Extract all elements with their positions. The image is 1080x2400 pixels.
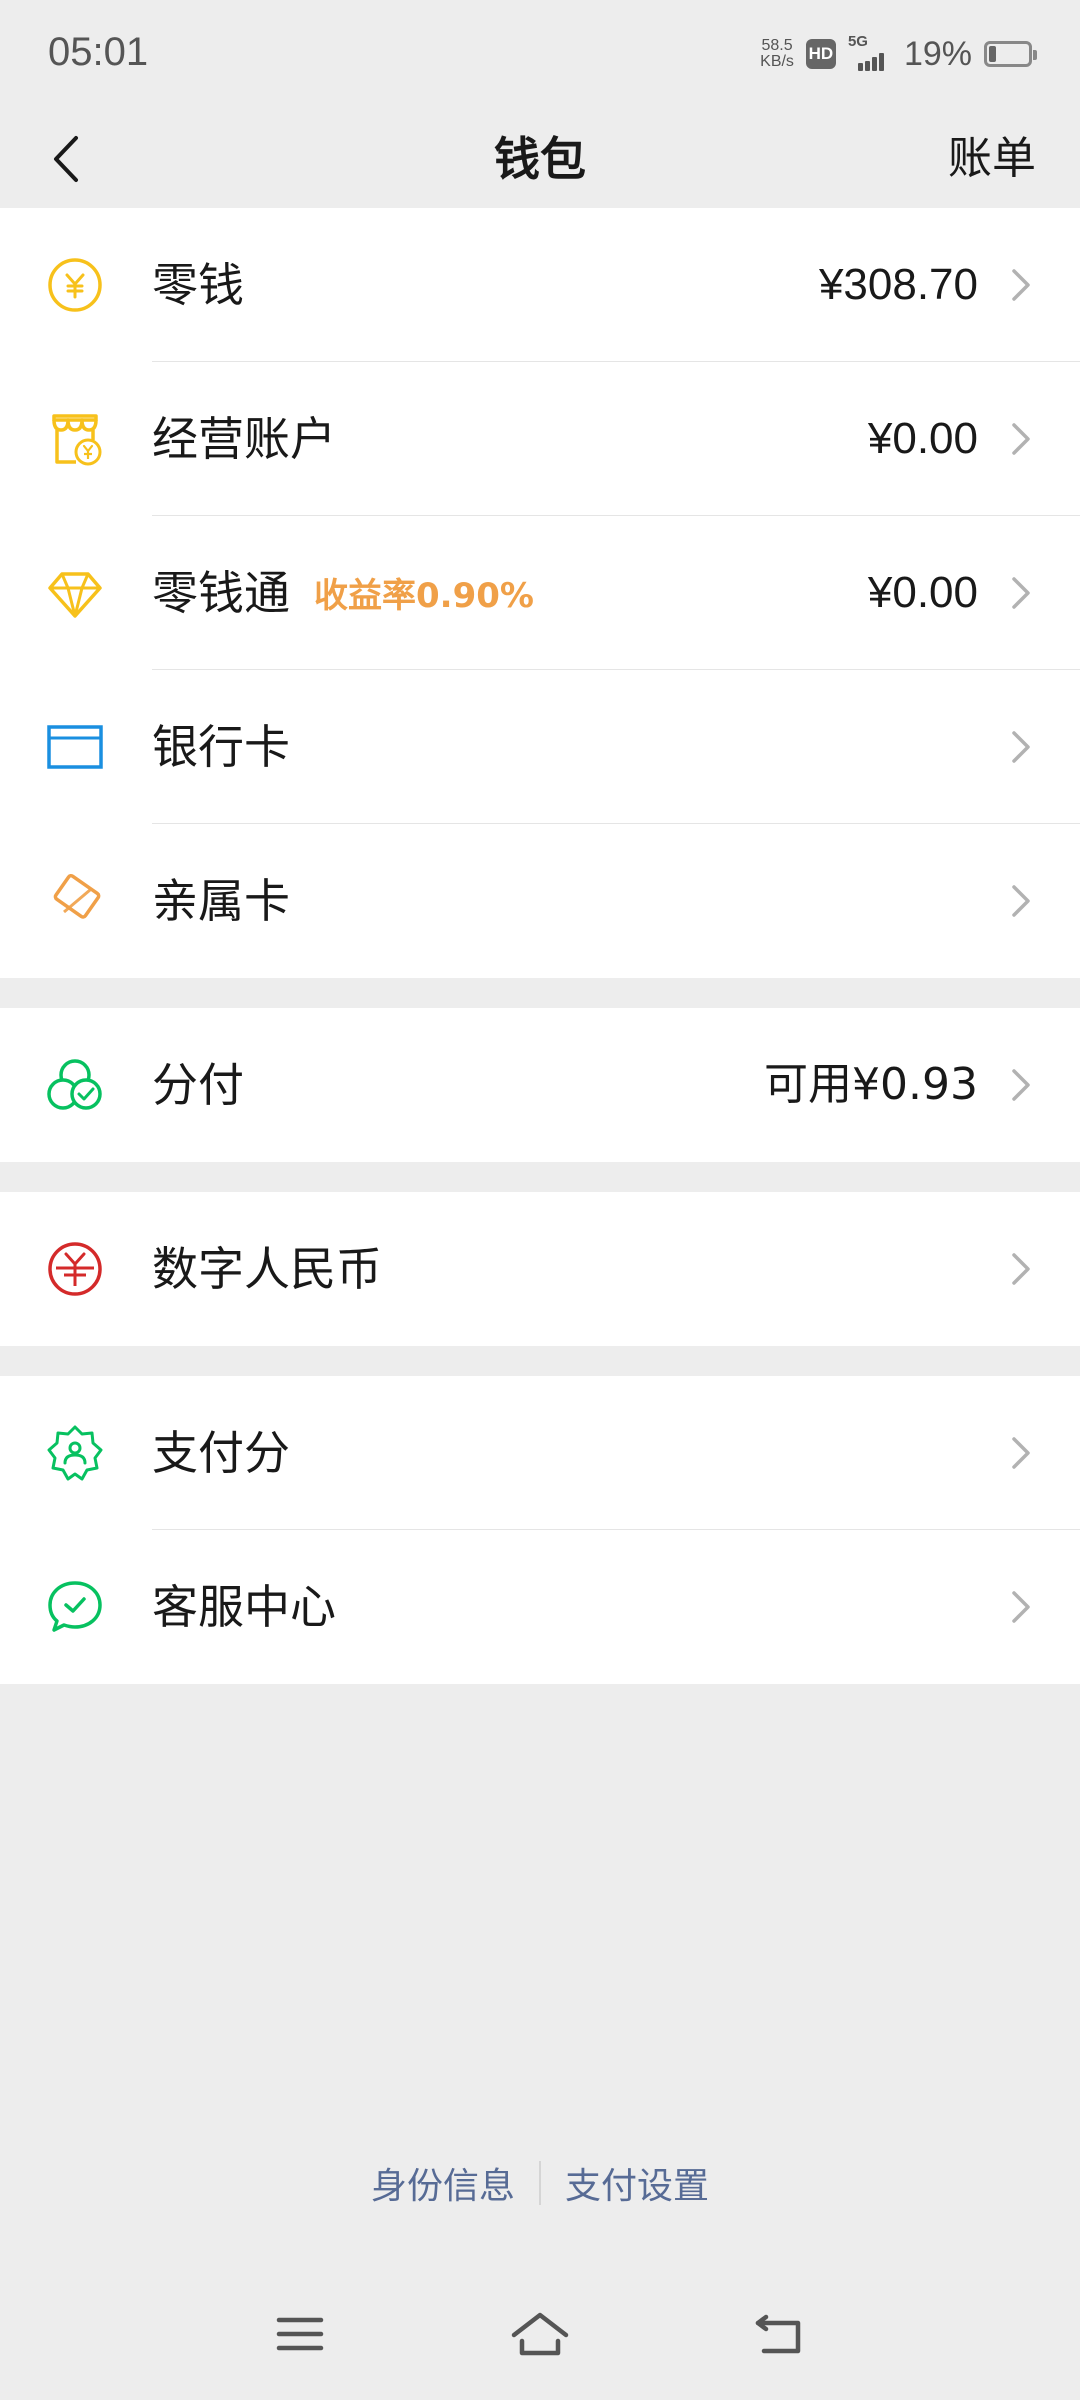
wallet-group-balances: 零钱 ¥308.70 经营账户 ¥0.00 零钱通 收益率0.90% ¥0.00… <box>0 208 1080 978</box>
wallet-item-value: ¥308.70 <box>818 260 978 309</box>
wallet-item-value: ¥0.00 <box>867 568 978 617</box>
battery-percent: 19% <box>903 34 972 73</box>
customer-service-icon <box>46 1578 104 1636</box>
coin-yuan-icon <box>46 256 104 314</box>
bank-card-icon <box>46 718 104 776</box>
network-speed-unit: KB/s <box>760 53 794 70</box>
system-navigation-bar <box>0 2290 1080 2380</box>
payment-settings-link[interactable]: 支付设置 <box>565 2157 709 2209</box>
wallet-item-label: 数字人民币 <box>152 1242 382 1296</box>
wallet-item-label: 亲属卡 <box>152 874 290 928</box>
chevron-right-icon <box>1012 1591 1030 1623</box>
wallet-item-label: 支付分 <box>152 1426 290 1480</box>
family-card-icon <box>46 872 104 930</box>
wallet-item-lingqiantong[interactable]: 零钱通 收益率0.90% ¥0.00 <box>0 516 1080 670</box>
chevron-right-icon <box>1012 885 1030 917</box>
menu-button[interactable] <box>268 2304 332 2364</box>
home-icon <box>511 2312 569 2356</box>
wallet-item-value: ¥0.00 <box>867 414 978 463</box>
wallet-group-services: 支付分 客服中心 <box>0 1376 1080 1684</box>
yield-rate-tag: 收益率0.90% <box>314 576 534 616</box>
chevron-right-icon <box>1012 577 1030 609</box>
pay-score-icon <box>46 1424 104 1482</box>
bill-button[interactable]: 账单 <box>948 110 1036 208</box>
status-icons: 58.5 KB/s HD 5G 19% <box>760 33 1037 74</box>
network-type: 5G <box>847 33 868 50</box>
wallet-item-label: 客服中心 <box>152 1580 336 1634</box>
footer-links: 身份信息 支付设置 <box>0 2158 1080 2208</box>
battery-fill <box>989 46 996 62</box>
network-speed-value: 58.5 <box>761 37 793 54</box>
chevron-right-icon <box>1012 1437 1030 1469</box>
home-button[interactable] <box>508 2304 572 2364</box>
hd-icon: HD <box>805 39 836 69</box>
wallet-item-label: 零钱通 收益率0.90% <box>152 516 534 670</box>
wallet-group-fenfu: 分付 可用¥0.93 <box>0 1008 1080 1162</box>
status-bar: 05:01 58.5 KB/s HD 5G 19% <box>0 0 1080 110</box>
identity-info-link[interactable]: 身份信息 <box>371 2157 515 2209</box>
page-title: 钱包 <box>494 132 586 186</box>
signal-icon: 5G <box>848 33 892 71</box>
wallet-item-pay-score[interactable]: 支付分 <box>0 1376 1080 1530</box>
navigation-bar: 钱包 账单 <box>0 110 1080 208</box>
chevron-right-icon <box>1012 1069 1030 1101</box>
wallet-group-digital-rmb: 数字人民币 <box>0 1192 1080 1346</box>
wallet-item-label-text: 零钱通 <box>152 566 290 620</box>
shop-account-icon <box>46 410 104 468</box>
wallet-item-family-card[interactable]: 亲属卡 <box>0 824 1080 978</box>
wallet-item-customer-service[interactable]: 客服中心 <box>0 1530 1080 1684</box>
fenfu-icon <box>46 1056 104 1114</box>
menu-icon <box>276 2317 324 2351</box>
chevron-right-icon <box>1012 269 1030 301</box>
wallet-item-bank-card[interactable]: 银行卡 <box>0 670 1080 824</box>
network-speed: 58.5 KB/s <box>760 38 794 70</box>
footer-separator <box>539 2161 541 2205</box>
wallet-item-label: 经营账户 <box>152 412 336 466</box>
chevron-right-icon <box>1012 1253 1030 1285</box>
wallet-item-value: 可用¥0.93 <box>764 1059 978 1110</box>
wallet-item-label: 零钱 <box>152 258 244 312</box>
wallet-item-business-account[interactable]: 经营账户 ¥0.00 <box>0 362 1080 516</box>
status-time: 05:01 <box>48 30 149 74</box>
battery-icon <box>984 41 1037 67</box>
digital-rmb-icon <box>46 1240 104 1298</box>
wallet-item-label: 银行卡 <box>152 720 290 774</box>
diamond-icon <box>46 564 104 622</box>
back-nav-button[interactable] <box>748 2304 812 2364</box>
chevron-right-icon <box>1012 423 1030 455</box>
chevron-right-icon <box>1012 731 1030 763</box>
wallet-item-label: 分付 <box>152 1058 244 1112</box>
wallet-item-change[interactable]: 零钱 ¥308.70 <box>0 208 1080 362</box>
wallet-item-fenfu[interactable]: 分付 可用¥0.93 <box>0 1008 1080 1162</box>
wallet-item-digital-rmb[interactable]: 数字人民币 <box>0 1192 1080 1346</box>
return-icon <box>755 2314 801 2354</box>
